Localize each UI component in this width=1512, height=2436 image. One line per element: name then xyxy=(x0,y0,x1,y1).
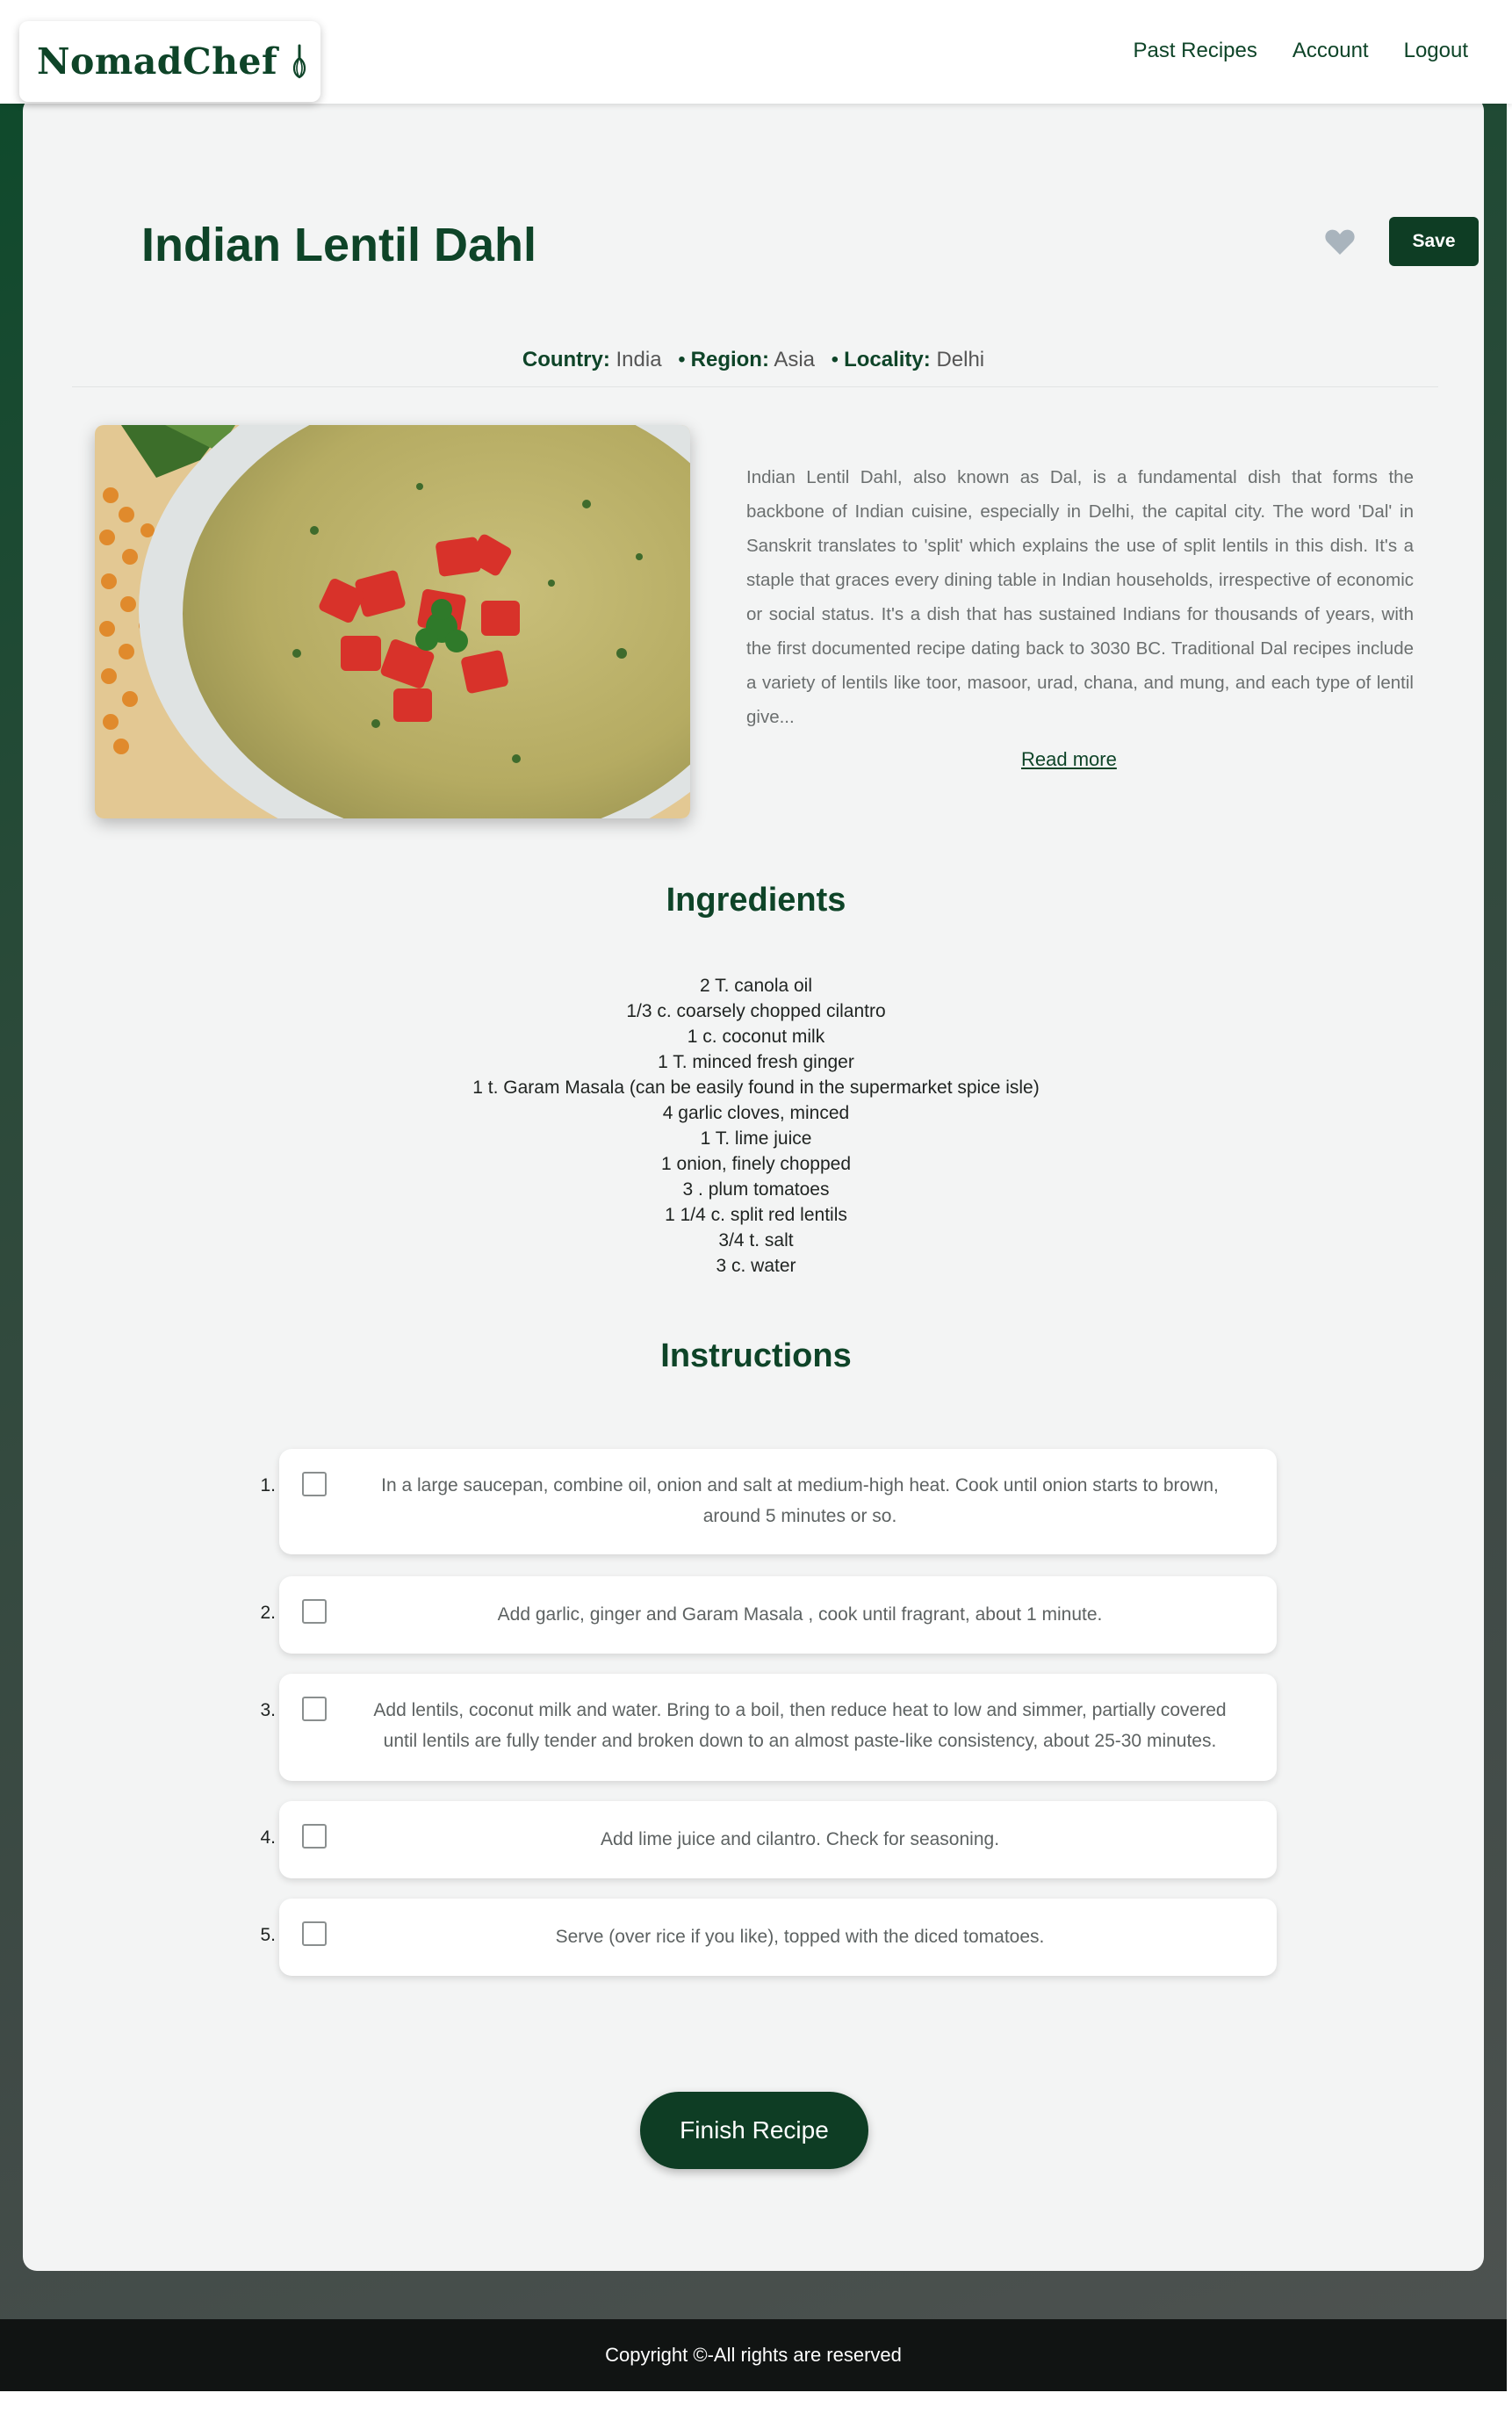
ingredient-item: 1/3 c. coarsely chopped cilantro xyxy=(626,1001,886,1021)
dahl-bowl-image xyxy=(95,425,690,818)
step-checkbox[interactable] xyxy=(302,1599,327,1624)
separator-dot: • xyxy=(831,348,839,371)
recipe-description: Indian Lentil Dahl, also known as Dal, i… xyxy=(746,467,1414,727)
step-checkbox[interactable] xyxy=(302,1921,327,1946)
nav-logout[interactable]: Logout xyxy=(1404,39,1468,63)
step-text: Add lentils, coconut milk and water. Bri… xyxy=(373,1700,1227,1751)
ingredient-item: 3/4 t. salt xyxy=(718,1230,794,1250)
ingredient-item: 3 c. water xyxy=(716,1256,796,1276)
ingredient-item: 1 c. coconut milk xyxy=(687,1027,825,1047)
country-label: Country: xyxy=(522,348,610,371)
step-number: 4. xyxy=(260,1827,276,1848)
step-text: Serve (over rice if you like), topped wi… xyxy=(555,1927,1045,1947)
brand-logo[interactable]: NomadChef xyxy=(19,21,320,102)
step-card: Serve (over rice if you like), topped wi… xyxy=(279,1899,1277,1976)
separator-dot: • xyxy=(678,348,686,371)
ingredients-heading: Ingredients xyxy=(666,882,846,919)
favorite-heart-icon[interactable] xyxy=(1324,227,1356,256)
step-card: In a large saucepan, combine oil, onion … xyxy=(279,1449,1277,1554)
ingredient-item: 1 1/4 c. split red lentils xyxy=(665,1205,847,1225)
step-number: 2. xyxy=(260,1603,276,1623)
footer: Copyright ©-All rights are reserved xyxy=(0,2319,1507,2391)
step-card: Add lentils, coconut milk and water. Bri… xyxy=(279,1674,1277,1781)
step-number: 3. xyxy=(260,1700,276,1720)
main-nav: Past Recipes Account Logout xyxy=(1133,39,1468,63)
step-checkbox[interactable] xyxy=(302,1824,327,1849)
ingredients-list: 2 T. canola oil 1/3 c. coarsely chopped … xyxy=(0,973,1512,1279)
ingredient-item: 2 T. canola oil xyxy=(699,976,813,996)
read-more-link[interactable]: Read more xyxy=(1021,748,1117,771)
finish-recipe-button[interactable]: Finish Recipe xyxy=(640,2092,868,2169)
step-text: In a large saucepan, combine oil, onion … xyxy=(381,1475,1219,1526)
top-navbar: NomadChef Past Recipes Account Logout xyxy=(0,0,1512,104)
step-text: Add lime juice and cilantro. Check for s… xyxy=(600,1829,1000,1849)
step-checkbox[interactable] xyxy=(302,1472,327,1496)
copyright-text: Copyright ©-All rights are reserved xyxy=(605,2344,902,2366)
ingredient-item: 1 T. lime juice xyxy=(700,1128,812,1149)
country-value: India xyxy=(616,348,662,371)
step-number: 1. xyxy=(260,1475,276,1495)
ingredient-item: 1 onion, finely chopped xyxy=(661,1154,851,1174)
ingredient-item: 4 garlic cloves, minced xyxy=(662,1103,850,1123)
ingredient-item: 3 . plum tomatoes xyxy=(682,1179,830,1200)
step-card: Add garlic, ginger and Garam Masala , co… xyxy=(279,1576,1277,1654)
step-number: 5. xyxy=(260,1925,276,1945)
instructions-heading: Instructions xyxy=(660,1337,852,1374)
locality-value: Delhi xyxy=(936,348,985,371)
logo-text: NomadChef xyxy=(37,40,278,83)
recipe-title: Indian Lentil Dahl xyxy=(141,219,537,271)
step-checkbox[interactable] xyxy=(302,1697,327,1721)
region-label: Region: xyxy=(690,348,769,371)
whisk-icon xyxy=(293,44,306,79)
region-value: Asia xyxy=(774,348,815,371)
step-text: Add garlic, ginger and Garam Masala , co… xyxy=(497,1604,1103,1625)
save-button[interactable]: Save xyxy=(1389,217,1479,266)
nav-past-recipes[interactable]: Past Recipes xyxy=(1133,39,1256,63)
recipe-photo xyxy=(95,425,690,818)
locality-label: Locality: xyxy=(844,348,931,371)
ingredient-item: 1 T. minced fresh ginger xyxy=(658,1052,854,1072)
step-card: Add lime juice and cilantro. Check for s… xyxy=(279,1801,1277,1878)
ingredient-item: 1 t. Garam Masala (can be easily found i… xyxy=(472,1077,1040,1098)
nav-account[interactable]: Account xyxy=(1292,39,1369,63)
recipe-location-meta: Country: India • Region: Asia • Locality: … xyxy=(23,348,1484,372)
divider xyxy=(72,386,1438,387)
